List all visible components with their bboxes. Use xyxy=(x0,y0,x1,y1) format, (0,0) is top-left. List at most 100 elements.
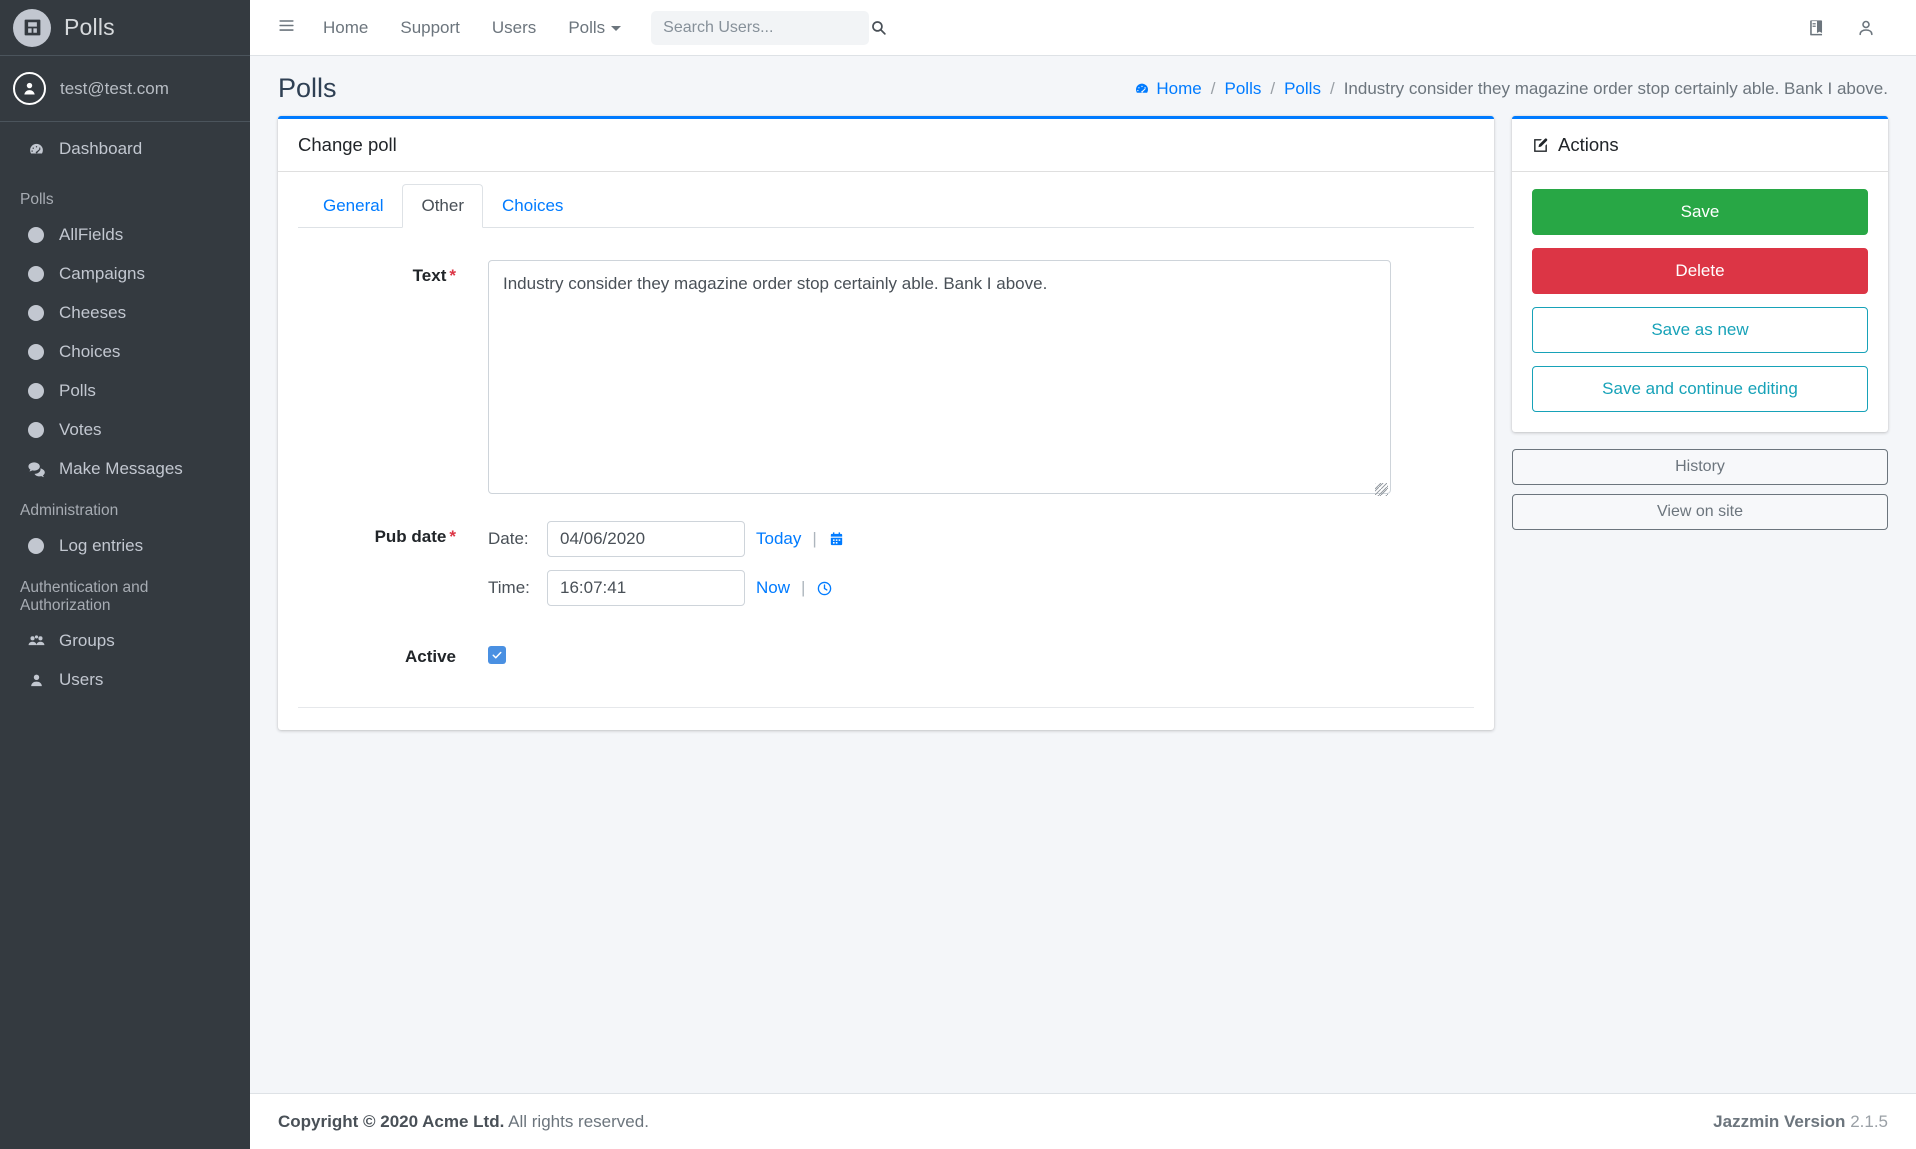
field-control-pub-date: Date: Today | xyxy=(488,521,1474,619)
navbar-link-support[interactable]: Support xyxy=(384,10,476,46)
secondary-actions: History View on site xyxy=(1512,449,1888,531)
field-control-text xyxy=(488,260,1474,499)
circle-icon xyxy=(25,422,47,438)
navbar-link-home[interactable]: Home xyxy=(307,10,384,46)
navbar-dropdown-label: Polls xyxy=(568,17,606,37)
sidebar-item-label: Groups xyxy=(59,631,115,650)
sidebar: Polls test@test.com Dashboard Polls AllF… xyxy=(0,0,250,1149)
breadcrumb-home[interactable]: Home xyxy=(1134,78,1202,99)
circle-icon xyxy=(25,383,47,399)
field-label-active: Active xyxy=(404,647,456,666)
user-circle-icon xyxy=(13,72,46,105)
tab-other[interactable]: Other xyxy=(402,184,484,228)
navbar-dropdown-polls[interactable]: Polls xyxy=(552,10,637,46)
save-button[interactable]: Save xyxy=(1532,189,1868,236)
date-separator: | xyxy=(812,529,817,548)
sidebar-item-cheeses[interactable]: Cheeses xyxy=(8,294,242,332)
sidebar-item-label: Dashboard xyxy=(59,139,143,158)
app-logo-icon xyxy=(13,8,51,47)
sidebar-item-dashboard[interactable]: Dashboard xyxy=(8,130,242,168)
change-poll-card: Change poll General Other Choices Text *… xyxy=(278,116,1494,730)
app-root: Polls test@test.com Dashboard Polls AllF… xyxy=(0,0,1916,1149)
circle-icon xyxy=(25,305,47,321)
brand-link[interactable]: Polls xyxy=(0,0,250,56)
page-title: Polls xyxy=(278,73,337,103)
main-region: Home Support Users Polls Search Users...… xyxy=(250,0,1916,1149)
check-icon xyxy=(491,649,503,661)
breadcrumb-item-polls-app[interactable]: Polls xyxy=(1225,79,1262,99)
footer-copyright-bold: Copyright © 2020 Acme Ltd. xyxy=(278,1111,505,1131)
sidebar-group-header-auth: Authentication and Authorization xyxy=(20,579,149,614)
footer-copyright: Copyright © 2020 Acme Ltd. All rights re… xyxy=(278,1112,649,1132)
actions-column: Actions Save Delete Save as new Save and… xyxy=(1512,116,1888,539)
book-icon[interactable] xyxy=(1796,8,1836,48)
sidebar-item-allfields[interactable]: AllFields xyxy=(8,216,242,254)
time-row: Time: Now | xyxy=(488,570,1474,606)
navbar-link-users[interactable]: Users xyxy=(476,10,552,46)
field-row-active: Active xyxy=(298,641,1474,689)
search-box[interactable] xyxy=(651,10,886,45)
date-input[interactable] xyxy=(547,521,745,557)
users-group-icon xyxy=(25,632,47,651)
sidebar-item-make-messages[interactable]: Make Messages xyxy=(8,450,242,488)
breadcrumb-separator: / xyxy=(1210,78,1216,98)
tab-choices[interactable]: Choices xyxy=(483,184,582,228)
date-row: Date: Today | xyxy=(488,521,1474,557)
sidebar-item-polls[interactable]: Polls xyxy=(8,372,242,410)
breadcrumb-home-label: Home xyxy=(1156,78,1202,98)
calendar-icon[interactable] xyxy=(828,531,845,548)
breadcrumb-separator: / xyxy=(1270,78,1276,98)
tab-panel-other: Text * Industry consider they magazine o… xyxy=(298,228,1474,708)
sidebar-item-choices[interactable]: Choices xyxy=(8,333,242,371)
sidebar-item-log-entries[interactable]: Log entries xyxy=(8,527,242,565)
form-column: Change poll General Other Choices Text *… xyxy=(278,116,1494,730)
hamburger-icon[interactable] xyxy=(266,11,307,44)
sidebar-group-header-polls: Polls xyxy=(20,191,54,208)
circle-icon xyxy=(25,538,47,554)
sidebar-item-label: Users xyxy=(59,670,104,689)
time-separator: | xyxy=(801,578,806,597)
sidebar-item-campaigns[interactable]: Campaigns xyxy=(8,255,242,293)
tab-general[interactable]: General xyxy=(304,184,402,228)
circle-icon xyxy=(25,227,47,243)
search-icon[interactable] xyxy=(870,19,887,36)
caret-down-icon xyxy=(611,25,622,31)
sidebar-item-groups[interactable]: Groups xyxy=(8,622,242,660)
field-label-text-value: Text xyxy=(412,266,447,285)
user-panel[interactable]: test@test.com xyxy=(0,56,250,122)
sidebar-item-label: Log entries xyxy=(59,536,144,555)
top-navbar: Home Support Users Polls xyxy=(250,0,1916,56)
save-and-continue-button[interactable]: Save and continue editing xyxy=(1532,366,1868,413)
edit-pencil-icon xyxy=(1532,137,1549,154)
field-row-text: Text * xyxy=(298,260,1474,521)
sidebar-item-label: AllFields xyxy=(59,225,124,244)
date-today-link[interactable]: Today xyxy=(756,529,801,549)
field-label-pub-date-value: Pub date xyxy=(374,527,447,546)
text-textarea[interactable] xyxy=(488,260,1391,494)
footer-version: Jazzmin Version 2.1.5 xyxy=(1713,1112,1888,1132)
delete-button[interactable]: Delete xyxy=(1532,248,1868,295)
save-as-new-button[interactable]: Save as new xyxy=(1532,307,1868,354)
view-on-site-button[interactable]: View on site xyxy=(1512,494,1888,531)
clock-icon[interactable] xyxy=(816,580,833,597)
sidebar-item-users[interactable]: Users xyxy=(8,661,242,699)
active-checkbox[interactable] xyxy=(488,646,506,664)
required-marker: * xyxy=(449,266,456,285)
dashboard-icon xyxy=(1134,81,1150,97)
footer-version-number: 2.1.5 xyxy=(1850,1111,1888,1131)
breadcrumb-item-polls-model[interactable]: Polls xyxy=(1284,79,1321,99)
user-icon[interactable] xyxy=(1846,8,1886,48)
breadcrumb-current: Industry consider they magazine order st… xyxy=(1343,78,1888,98)
time-input[interactable] xyxy=(547,570,745,606)
page-footer: Copyright © 2020 Acme Ltd. All rights re… xyxy=(250,1093,1916,1149)
form-tabs: General Other Choices xyxy=(298,184,1474,228)
time-now-link[interactable]: Now xyxy=(756,578,790,598)
sidebar-item-label: Votes xyxy=(59,420,102,439)
textarea-wrapper xyxy=(488,260,1391,499)
content-header: Polls Home / Polls / Polls / Industry co… xyxy=(250,56,1916,116)
footer-copyright-rest: All rights reserved. xyxy=(508,1111,649,1131)
actions-title: Actions xyxy=(1558,134,1619,155)
sidebar-item-votes[interactable]: Votes xyxy=(8,411,242,449)
history-button[interactable]: History xyxy=(1512,449,1888,486)
search-input[interactable] xyxy=(663,18,871,37)
